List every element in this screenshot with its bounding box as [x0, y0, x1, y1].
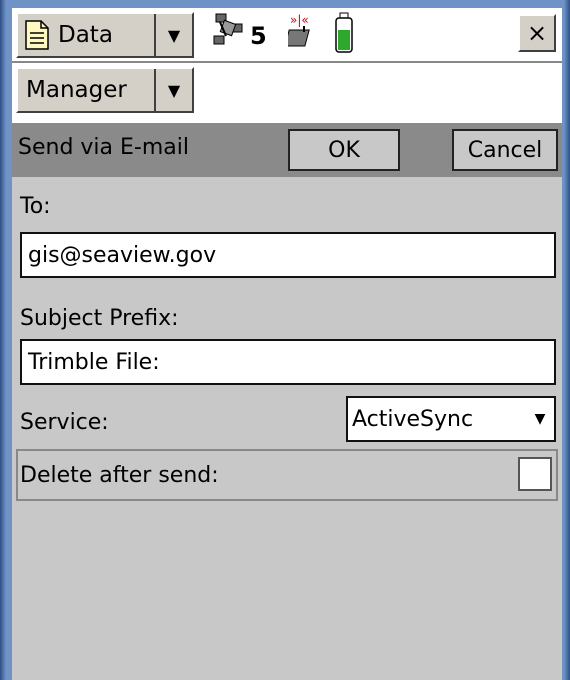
service-select[interactable]: ActiveSync ▼ [346, 396, 556, 442]
to-field[interactable]: gis@seaview.gov [20, 232, 556, 278]
chevron-down-icon[interactable]: ▼ [526, 411, 554, 427]
delete-after-send-checkbox[interactable] [518, 457, 552, 491]
to-label: To: [20, 194, 51, 219]
document-icon [25, 20, 49, 50]
receiver-signal-icon[interactable]: »|« [288, 12, 322, 54]
submenu-bar: Manager ▼ [12, 61, 562, 123]
battery-icon[interactable] [334, 12, 354, 54]
data-menu-button[interactable]: Data ▼ [16, 12, 194, 58]
close-button[interactable]: × [518, 14, 556, 52]
data-menu-label: Data [58, 22, 113, 48]
top-bar: Data ▼ 5 »|« × [12, 8, 562, 61]
chevron-down-icon[interactable]: ▼ [154, 14, 192, 56]
satellite-icon [213, 13, 243, 45]
chevron-down-icon[interactable]: ▼ [154, 69, 192, 111]
dialog-title: Send via E-mail [18, 135, 189, 160]
ok-button[interactable]: OK [288, 129, 400, 171]
svg-text:»|«: »|« [290, 13, 309, 27]
cancel-button[interactable]: Cancel [452, 129, 558, 171]
delete-after-send-label: Delete after send: [20, 463, 219, 488]
subject-prefix-field[interactable]: Trimble File: [20, 339, 556, 385]
delete-after-send-row[interactable]: Delete after send: [16, 449, 558, 501]
screen: Data ▼ 5 »|« × Manager ▼ Send via E-mail… [12, 8, 562, 680]
manager-menu-label: Manager [26, 77, 127, 103]
service-value: ActiveSync [352, 406, 474, 432]
close-icon: × [526, 19, 548, 47]
gps-status[interactable]: 5 [212, 10, 267, 50]
service-label: Service: [20, 410, 109, 435]
manager-menu-button[interactable]: Manager ▼ [16, 67, 194, 113]
satellite-count: 5 [250, 22, 267, 50]
subject-prefix-label: Subject Prefix: [20, 306, 179, 331]
dialog-header: Send via E-mail OK Cancel [12, 123, 562, 177]
